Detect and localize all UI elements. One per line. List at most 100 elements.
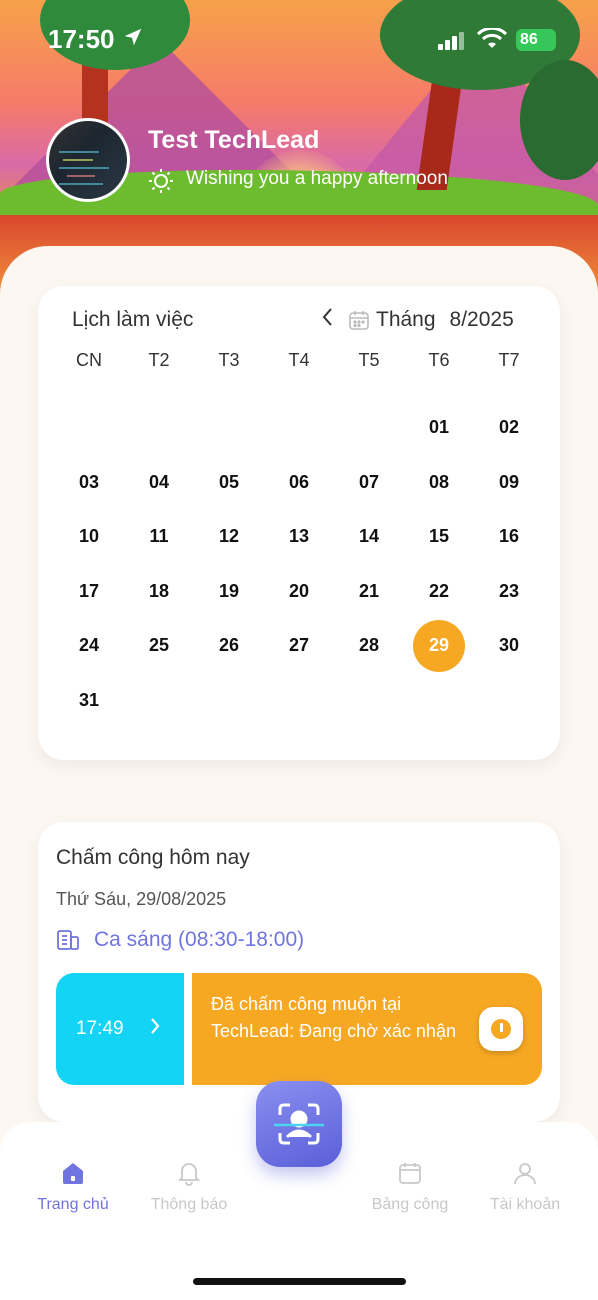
check-in-status-banner[interactable]: Đã chấm công muộn tại TechLead: Đang chờ… xyxy=(192,973,542,1085)
status-time: 17:50 xyxy=(48,24,115,54)
calendar-day-number: 15 xyxy=(428,526,450,546)
calendar-day[interactable]: 15 xyxy=(404,511,474,561)
calendar-day[interactable]: 06 xyxy=(264,457,334,507)
tab-notifications[interactable]: Thông báo xyxy=(129,1160,249,1214)
check-in-time: 17:49 xyxy=(76,1018,124,1039)
calendar-day-number: 17 xyxy=(78,580,100,601)
shift-text: Ca sáng (08:30-18:00) xyxy=(94,928,305,951)
weekday-label: T5 xyxy=(358,350,380,370)
calendar-icon xyxy=(348,309,370,331)
sun-icon xyxy=(148,168,174,194)
calendar-day[interactable]: 08 xyxy=(404,457,474,507)
chevron-right-icon xyxy=(148,1015,162,1043)
weekday-header: CN T2 T3 T4 T5 T6 T7 xyxy=(54,350,544,371)
calendar-day[interactable]: 26 xyxy=(194,620,264,670)
bell-icon xyxy=(177,1163,201,1186)
greeting-text: Wishing you a happy afternoon xyxy=(186,168,448,189)
calendar-icon xyxy=(399,1163,421,1184)
calendar-day[interactable]: 03 xyxy=(54,457,124,507)
calendar-day-today[interactable]: 29 xyxy=(404,620,474,672)
check-in-message: Đã chấm công muộn tại TechLead: Đang chờ… xyxy=(211,994,456,1041)
status-bar: 17:50 86 xyxy=(0,0,598,80)
tab-account[interactable]: Tài khoản xyxy=(465,1160,585,1214)
calendar-day-number: 27 xyxy=(288,635,310,655)
calendar-day-number: 09 xyxy=(498,471,520,492)
calendar-title: Lịch làm việc xyxy=(72,308,194,331)
calendar-day[interactable]: 16 xyxy=(474,511,544,561)
calendar-week-row: 01 02 xyxy=(54,402,544,452)
calendar-day-number: 19 xyxy=(218,580,240,601)
face-scan-button[interactable] xyxy=(256,1081,342,1167)
calendar-day-number: 26 xyxy=(218,635,240,655)
check-in-time-button[interactable]: 17:49 xyxy=(56,973,184,1085)
calendar-week-row: 03 04 05 06 07 08 09 xyxy=(54,457,544,507)
calendar-day[interactable]: 22 xyxy=(404,566,474,616)
calendar-day[interactable]: 04 xyxy=(124,457,194,507)
calendar-day[interactable]: 21 xyxy=(334,566,404,616)
tab-home[interactable]: Trang chủ xyxy=(13,1160,133,1214)
calendar-empty-cell xyxy=(334,675,404,725)
calendar-day[interactable]: 11 xyxy=(124,511,194,561)
calendar-day[interactable]: 27 xyxy=(264,620,334,670)
calendar-day[interactable]: 09 xyxy=(474,457,544,507)
calendar-day[interactable]: 13 xyxy=(264,511,334,561)
calendar-day[interactable]: 12 xyxy=(194,511,264,561)
calendar-day[interactable]: 23 xyxy=(474,566,544,616)
calendar-empty-cell xyxy=(124,402,194,452)
calendar-day-number: 29 xyxy=(428,635,450,655)
calendar-day[interactable]: 10 xyxy=(54,511,124,561)
calendar-day-number: 10 xyxy=(78,526,100,546)
calendar-empty-cell xyxy=(194,402,264,452)
month-selector[interactable]: Tháng 8/2025 xyxy=(320,306,514,334)
user-name: Test TechLead xyxy=(148,126,320,154)
month-value: 8/2025 xyxy=(449,308,514,331)
calendar-day-number: 18 xyxy=(148,580,170,601)
calendar-day-number: 01 xyxy=(428,417,450,437)
calendar-week-row: 10 11 12 13 14 15 16 xyxy=(54,511,544,561)
weekday-label: T4 xyxy=(288,350,310,370)
calendar-day-number: 28 xyxy=(358,635,380,655)
weekday-label: T6 xyxy=(428,350,450,370)
chevron-left-icon[interactable] xyxy=(320,306,338,334)
calendar-day[interactable]: 30 xyxy=(474,620,544,670)
calendar-day[interactable]: 19 xyxy=(194,566,264,616)
user-icon xyxy=(514,1163,536,1185)
tab-label: Thông báo xyxy=(150,1196,228,1213)
calendar-day-number: 30 xyxy=(498,635,520,655)
attendance-card: Chấm công hôm nay Thứ Sáu, 29/08/2025 Ca… xyxy=(38,822,560,1122)
calendar-week-row: 31 xyxy=(54,675,544,725)
calendar-day[interactable]: 18 xyxy=(124,566,194,616)
calendar-day-number: 25 xyxy=(148,635,170,655)
calendar-empty-cell xyxy=(404,675,474,725)
tab-label: Bảng công xyxy=(371,1196,449,1213)
calendar-day[interactable]: 02 xyxy=(474,402,544,452)
calendar-day-number: 20 xyxy=(288,580,310,601)
calendar-empty-cell xyxy=(264,402,334,452)
tab-timesheet[interactable]: Bảng công xyxy=(350,1160,470,1214)
calendar-day[interactable]: 24 xyxy=(54,620,124,670)
calendar-empty-cell xyxy=(334,402,404,452)
calendar-day-number: 11 xyxy=(149,526,169,546)
calendar-day[interactable]: 31 xyxy=(54,675,124,725)
calendar-day[interactable]: 20 xyxy=(264,566,334,616)
alert-icon[interactable] xyxy=(479,1007,523,1051)
calendar-day[interactable]: 25 xyxy=(124,620,194,670)
calendar-day-number: 22 xyxy=(428,580,450,601)
weekday-label: T3 xyxy=(218,350,240,370)
calendar-week-row: 17 18 19 20 21 22 23 xyxy=(54,566,544,616)
calendar-day[interactable]: 14 xyxy=(334,511,404,561)
calendar-day-number: 21 xyxy=(358,580,380,601)
calendar-day[interactable]: 07 xyxy=(334,457,404,507)
calendar-day[interactable]: 17 xyxy=(54,566,124,616)
attendance-title: Chấm công hôm nay xyxy=(56,846,250,869)
calendar-day[interactable]: 01 xyxy=(404,402,474,452)
avatar[interactable] xyxy=(46,118,130,202)
calendar-empty-cell xyxy=(54,402,124,452)
calendar-day-number: 12 xyxy=(218,526,240,546)
weekday-label: T2 xyxy=(148,350,170,370)
attendance-date: Thứ Sáu, 29/08/2025 xyxy=(56,889,227,909)
wifi-icon xyxy=(476,26,508,50)
calendar-day[interactable]: 28 xyxy=(334,620,404,670)
home-indicator xyxy=(193,1278,406,1285)
calendar-day[interactable]: 05 xyxy=(194,457,264,507)
